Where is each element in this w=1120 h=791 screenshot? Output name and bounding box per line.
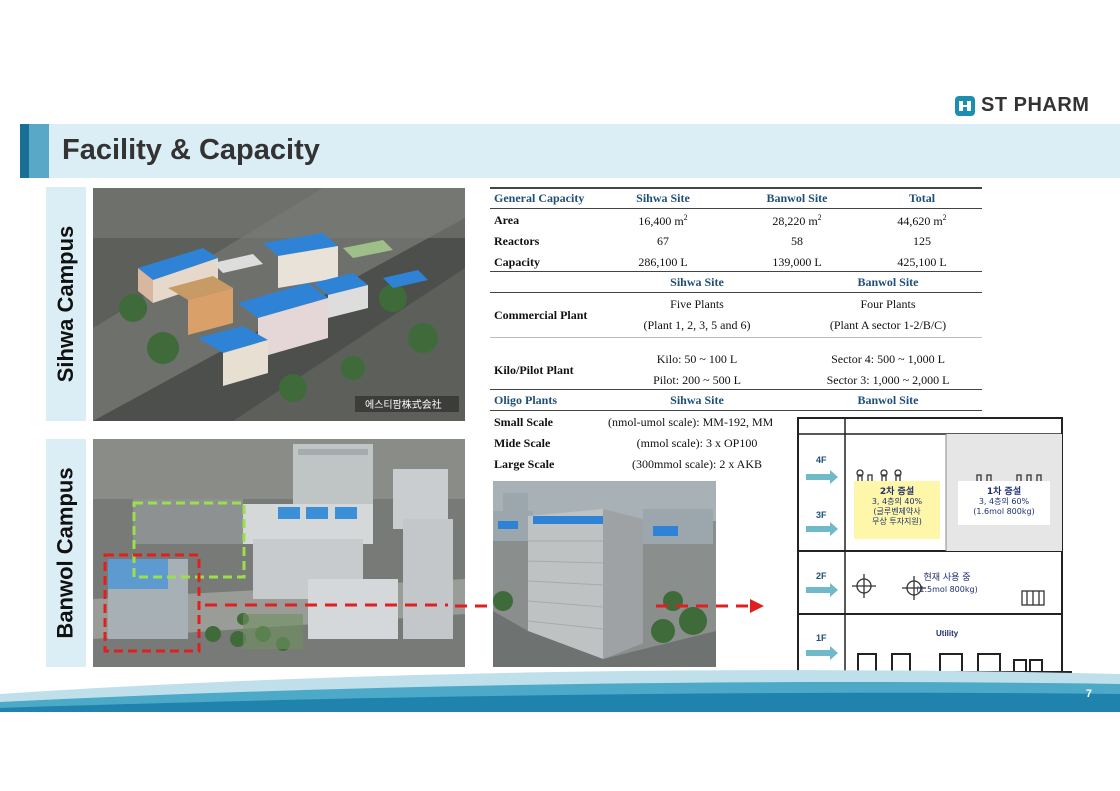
banwol-building-photo: [493, 481, 716, 667]
st-pharm-logo-icon: [955, 95, 975, 116]
mide-scale-sihwa: (mmol scale): 3 x OP100: [636, 436, 758, 450]
large-scale-sihwa: (300mmol scale): 2 x AKB: [632, 457, 762, 471]
row-capacity-sihwa: 286,100 L: [638, 255, 688, 269]
banwol-campus-photo: [93, 439, 465, 667]
commercial-banwol-line1: Four Plants: [860, 297, 916, 311]
kilo-pilot-plant-label: Kilo/Pilot Plant: [494, 363, 574, 377]
row-reactors-sihwa: 67: [657, 234, 669, 248]
row-reactors-banwol: 58: [791, 234, 803, 248]
bottom-wave-band: [0, 670, 1120, 712]
floor-diagram: 4F 3F 2F 1F 2차 증설 3, 4층의 40% (글루벤제약사 무상 …: [772, 416, 1072, 678]
general-banwol-header: Banwol Site: [766, 191, 828, 205]
brand-logo: ST PHARM: [955, 94, 1089, 117]
banwol-campus-text: Banwol Campus: [53, 467, 79, 639]
title-accent-light: [29, 124, 49, 178]
commercial-plant-label: Commercial Plant: [494, 308, 588, 322]
kilo-sihwa-line1: Kilo: 50 ~ 100 L: [656, 352, 738, 366]
sihwa-campus-label: Sihwa Campus: [46, 187, 86, 421]
general-sihwa-header: Sihwa Site: [636, 191, 690, 205]
kilo-banwol-line2: Sector 3: 1,000 ~ 2,000 L: [826, 373, 950, 387]
commercial-banwol-line2: (Plant A sector 1-2/B/C): [829, 318, 947, 332]
row-reactors-label: Reactors: [494, 234, 540, 248]
row-area-banwol: 28,220 m2: [772, 213, 822, 228]
kilo-sihwa-line2: Pilot: 200 ~ 500 L: [653, 373, 741, 387]
page-title: Facility & Capacity: [62, 134, 320, 166]
photo-watermark: 에스티팜株式会社: [365, 398, 442, 411]
row-area-label: Area: [494, 213, 520, 227]
title-accent-dark: [20, 124, 29, 178]
row-reactors-total: 125: [913, 234, 931, 248]
page-number: 7: [1085, 688, 1092, 700]
kilo-banwol-line1: Sector 4: 500 ~ 1,000 L: [831, 352, 945, 366]
small-scale-sihwa: (nmol-umol scale): MM-192, MM: [608, 415, 774, 429]
floor-label-4f: 4F: [816, 455, 827, 465]
row-capacity-banwol: 139,000 L: [772, 255, 822, 269]
oligo-sihwa-header: Sihwa Site: [670, 393, 724, 407]
current-use-note: 현재 사용 중 (1.5mol 800kg): [916, 573, 978, 594]
second-expansion-note: 2차 증설 3, 4층의 40% (글루벤제약사 무상 투자지원): [871, 487, 923, 526]
mide-scale-label: Mide Scale: [494, 436, 551, 450]
small-scale-label: Small Scale: [494, 415, 553, 429]
floor-label-2f: 2F: [816, 571, 827, 581]
row-capacity-label: Capacity: [494, 255, 540, 269]
plants-sihwa-header: Sihwa Site: [670, 275, 724, 289]
oligo-plants-header: Oligo Plants: [494, 393, 558, 407]
general-capacity-header: General Capacity: [494, 191, 585, 205]
floor-label-3f: 3F: [816, 510, 827, 520]
utility-label: Utility: [936, 629, 959, 638]
sihwa-campus-text: Sihwa Campus: [53, 225, 79, 383]
row-capacity-total: 425,100 L: [897, 255, 947, 269]
floor-label-1f: 1F: [816, 633, 827, 643]
first-expansion-note: 1차 증설 3, 4층의 60% (1.6mol 800kg): [973, 487, 1035, 516]
banwol-campus-label: Banwol Campus: [46, 439, 86, 667]
row-area-sihwa: 16,400 m2: [638, 213, 688, 228]
commercial-sihwa-line2: (Plant 1, 2, 3, 5 and 6): [643, 318, 751, 332]
row-area-total: 44,620 m2: [897, 213, 947, 228]
oligo-banwol-header: Banwol Site: [857, 393, 919, 407]
arrow-to-floor-diagram: [656, 599, 764, 613]
plants-banwol-header: Banwol Site: [857, 275, 919, 289]
logo-text: ST PHARM: [981, 94, 1090, 116]
general-total-header: Total: [908, 191, 936, 205]
sihwa-campus-photo: 에스티팜株式会社: [93, 188, 465, 421]
large-scale-label: Large Scale: [494, 457, 555, 471]
commercial-sihwa-line1: Five Plants: [670, 297, 724, 311]
